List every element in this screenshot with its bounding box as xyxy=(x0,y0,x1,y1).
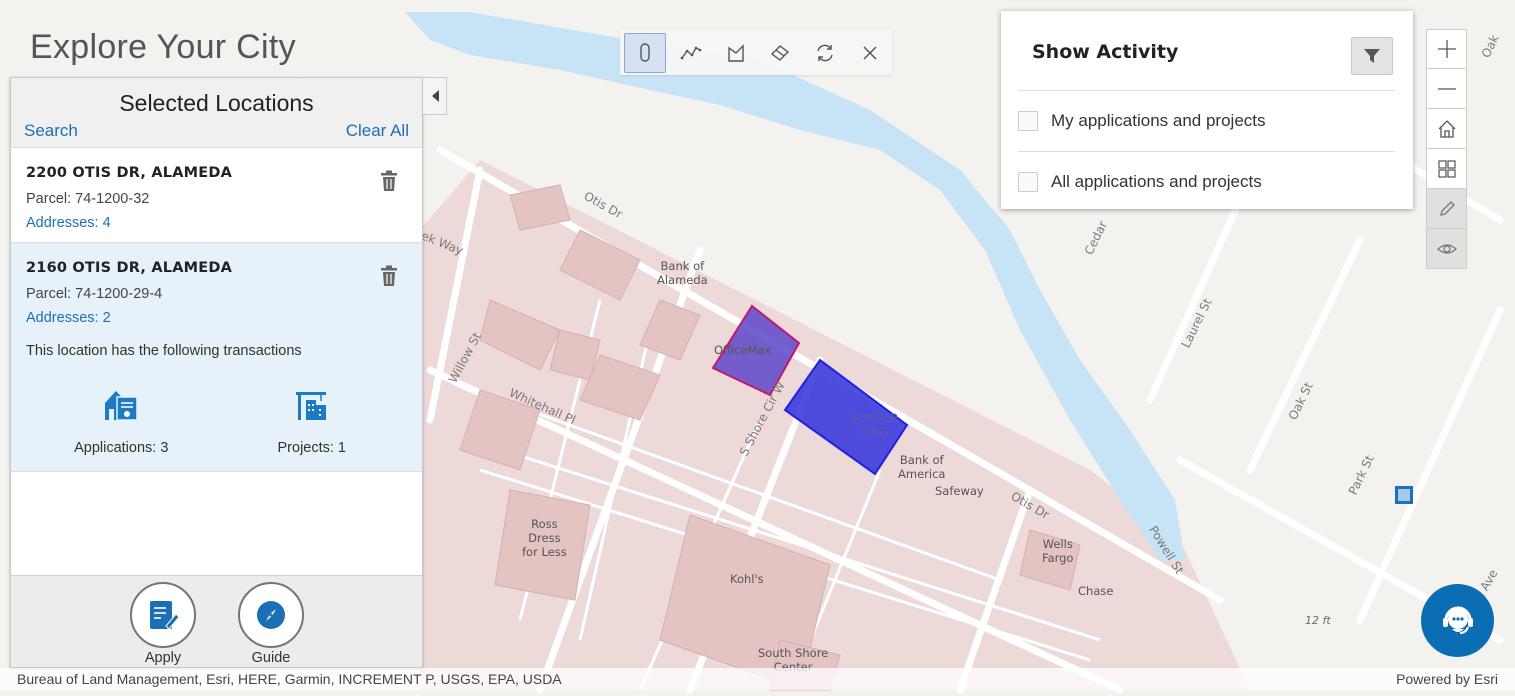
point-tool-button[interactable] xyxy=(624,32,666,73)
powered-by-esri[interactable]: Powered by Esri xyxy=(1396,671,1498,687)
my-applications-checkbox[interactable] xyxy=(1018,111,1038,131)
chevron-left-icon xyxy=(431,90,439,102)
draw-toolbar xyxy=(620,30,892,75)
projects-icon xyxy=(295,392,326,420)
eraser-tool-icon xyxy=(771,44,790,61)
apply-icon xyxy=(150,601,180,630)
poi-label: Chase xyxy=(1078,584,1114,598)
apply-label: Apply xyxy=(144,650,182,666)
transactions-row: Applications: 3 Projects: 1 xyxy=(26,387,407,479)
poi-label: Ross Dress for Less xyxy=(522,517,567,559)
poi-label: Safeway xyxy=(935,484,984,498)
elevation-label: 12 ft xyxy=(1305,614,1331,627)
location-addresses-link[interactable]: Addresses: 4 xyxy=(26,215,407,231)
location-parcel: Parcel: 74-1200-29-4 xyxy=(26,286,163,302)
applications-count: Applications: 3 xyxy=(74,440,169,456)
plus-icon xyxy=(1437,40,1456,58)
compass-icon xyxy=(257,601,285,629)
filter-button[interactable] xyxy=(1351,37,1393,75)
show-activity-panel: Show Activity My applications and projec… xyxy=(1001,11,1413,209)
home-button[interactable] xyxy=(1426,109,1467,149)
activity-option-mine[interactable]: My applications and projects xyxy=(1018,90,1395,151)
poi-label: Kohl's xyxy=(730,572,764,586)
polygon-tool-icon xyxy=(727,43,744,62)
polyline-tool-icon xyxy=(680,46,702,59)
close-icon xyxy=(863,45,877,60)
location-parcel: Parcel: 74-1200-32 xyxy=(26,191,150,207)
location-item-selected[interactable]: 2160 OTIS DR, ALAMEDA Parcel: 74-1200-29… xyxy=(11,243,422,472)
map-attribution: Bureau of Land Management, Esri, HERE, G… xyxy=(0,668,1515,690)
eraser-tool-button[interactable] xyxy=(758,32,803,74)
guide-button[interactable] xyxy=(238,582,304,648)
polyline-tool-button[interactable] xyxy=(669,32,714,74)
point-tool-icon xyxy=(640,42,650,62)
applications-icon xyxy=(105,391,138,421)
zoom-in-button[interactable] xyxy=(1426,29,1467,69)
basemap-button[interactable] xyxy=(1426,149,1467,189)
panel-footer: Apply Guide xyxy=(11,575,422,667)
page-title: Explore Your City xyxy=(30,28,296,66)
polygon-tool-button[interactable] xyxy=(713,32,758,74)
basemap-gallery-icon xyxy=(1437,159,1456,178)
projects-count: Projects: 1 xyxy=(277,440,347,456)
pencil-icon xyxy=(1439,200,1455,216)
all-applications-checkbox[interactable] xyxy=(1018,172,1038,192)
clear-all-link[interactable]: Clear All xyxy=(346,121,409,141)
location-address: 2160 OTIS DR, ALAMEDA xyxy=(26,260,233,276)
selected-locations-panel: Selected Locations Search Clear All 2200… xyxy=(10,77,423,668)
visibility-button[interactable] xyxy=(1426,229,1467,269)
collapse-panel-button[interactable] xyxy=(423,77,447,115)
draw-button[interactable] xyxy=(1426,189,1467,229)
refresh-button[interactable] xyxy=(803,32,848,74)
zoom-out-button[interactable] xyxy=(1426,69,1467,109)
map-controls xyxy=(1426,29,1467,269)
close-draw-button[interactable] xyxy=(847,32,892,74)
location-address: 2200 OTIS DR, ALAMEDA xyxy=(26,165,233,181)
poi-label: Wells Fargo xyxy=(1042,537,1074,565)
transactions-note: This location has the following transact… xyxy=(26,343,302,359)
projects-summary[interactable]: Projects: 1 xyxy=(217,387,408,479)
panel-title: Selected Locations xyxy=(119,90,314,116)
location-addresses-link[interactable]: Addresses: 2 xyxy=(26,310,407,326)
chat-assistant-button[interactable] xyxy=(1421,584,1494,657)
activity-option-label: All applications and projects xyxy=(1051,172,1262,191)
home-icon xyxy=(1438,119,1455,138)
eye-icon xyxy=(1436,243,1457,254)
trash-icon[interactable] xyxy=(380,170,398,192)
apply-button[interactable] xyxy=(130,582,196,648)
panel-header: Selected Locations Search Clear All xyxy=(11,78,422,148)
filter-icon xyxy=(1364,49,1380,63)
app-root: Otis Dr Otis Dr ek Way Willow St Whiteha… xyxy=(0,0,1515,696)
refresh-icon xyxy=(817,44,833,61)
support-agent-icon xyxy=(1442,606,1473,634)
activity-option-all[interactable]: All applications and projects xyxy=(1018,151,1395,212)
trash-icon[interactable] xyxy=(380,265,398,287)
poi-label: Bank of America xyxy=(898,453,946,481)
location-marker[interactable] xyxy=(1395,486,1413,504)
attribution-sources: Bureau of Land Management, Esri, HERE, G… xyxy=(17,671,562,687)
activity-option-label: My applications and projects xyxy=(1051,111,1266,130)
minus-icon xyxy=(1437,87,1456,90)
guide-label: Guide xyxy=(251,650,291,666)
activity-title: Show Activity xyxy=(1032,41,1179,63)
location-item[interactable]: 2200 OTIS DR, ALAMEDA Parcel: 74-1200-32… xyxy=(11,148,422,243)
poi-label: Bank of Alameda xyxy=(657,259,708,287)
search-link[interactable]: Search xyxy=(24,121,78,141)
applications-summary[interactable]: Applications: 3 xyxy=(26,387,217,479)
poi-label: BURGER KING xyxy=(850,411,899,439)
poi-label: OfficeMax xyxy=(714,343,772,357)
